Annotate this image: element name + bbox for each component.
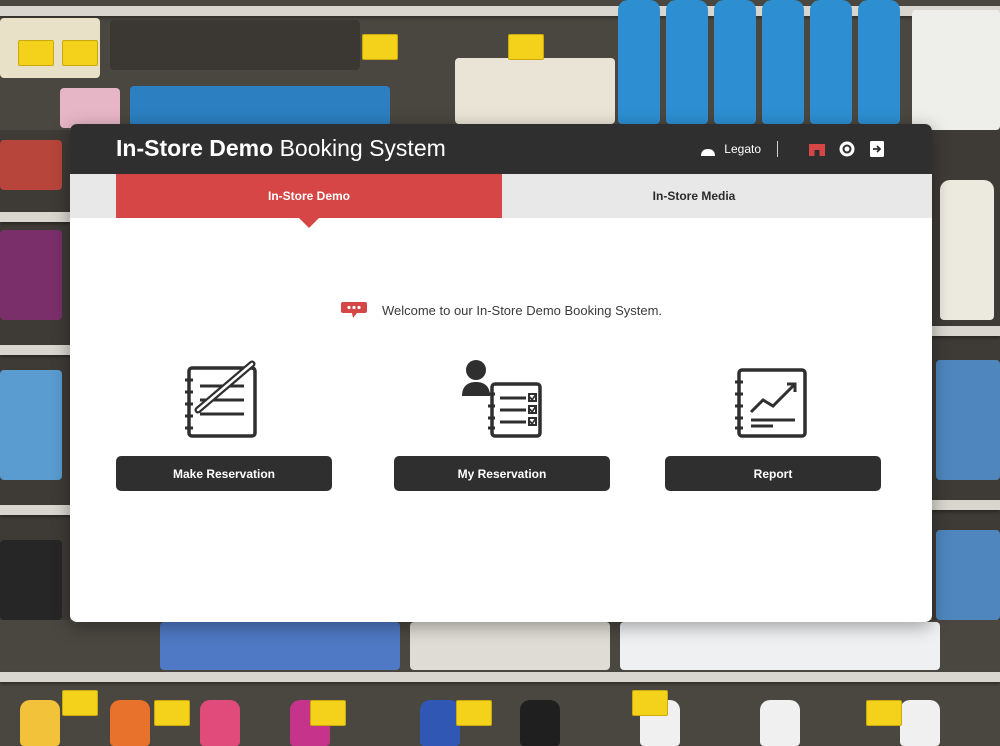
chat-bubble-icon xyxy=(340,302,367,318)
welcome-text: Welcome to our In-Store Demo Booking Sys… xyxy=(381,302,663,318)
app-header: In-Store Demo Booking System Legato xyxy=(70,124,932,174)
action-grid: Make Reservation My Reservation Report xyxy=(116,358,886,498)
my-reservation-button[interactable]: My Reservation xyxy=(394,456,610,491)
page-title: In-Store Demo Booking System xyxy=(116,135,446,162)
user-area: Legato xyxy=(700,137,886,161)
report-button[interactable]: Report xyxy=(665,456,881,491)
user-name[interactable]: Legato xyxy=(724,142,761,156)
logout-icon[interactable] xyxy=(868,140,886,158)
notepad-pen-icon xyxy=(185,360,257,438)
make-reservation-button[interactable]: Make Reservation xyxy=(116,456,332,491)
chart-report-icon xyxy=(735,368,807,438)
header-divider xyxy=(777,141,778,157)
user-checklist-icon xyxy=(462,360,542,438)
booking-panel: In-Store Demo Booking System Legato In-S… xyxy=(70,124,932,622)
tab-bar: In-Store Demo In-Store Media xyxy=(70,174,932,228)
tab-in-store-media[interactable]: In-Store Media xyxy=(502,174,886,218)
title-strong: In-Store Demo xyxy=(116,135,274,161)
title-light: Booking System xyxy=(279,135,446,161)
settings-icon[interactable] xyxy=(838,140,856,158)
user-icon xyxy=(701,149,716,156)
welcome-message: Welcome to our In-Store Demo Booking Sys… xyxy=(70,300,932,320)
tab-in-store-demo[interactable]: In-Store Demo xyxy=(116,174,502,228)
store-icon[interactable] xyxy=(808,140,826,158)
